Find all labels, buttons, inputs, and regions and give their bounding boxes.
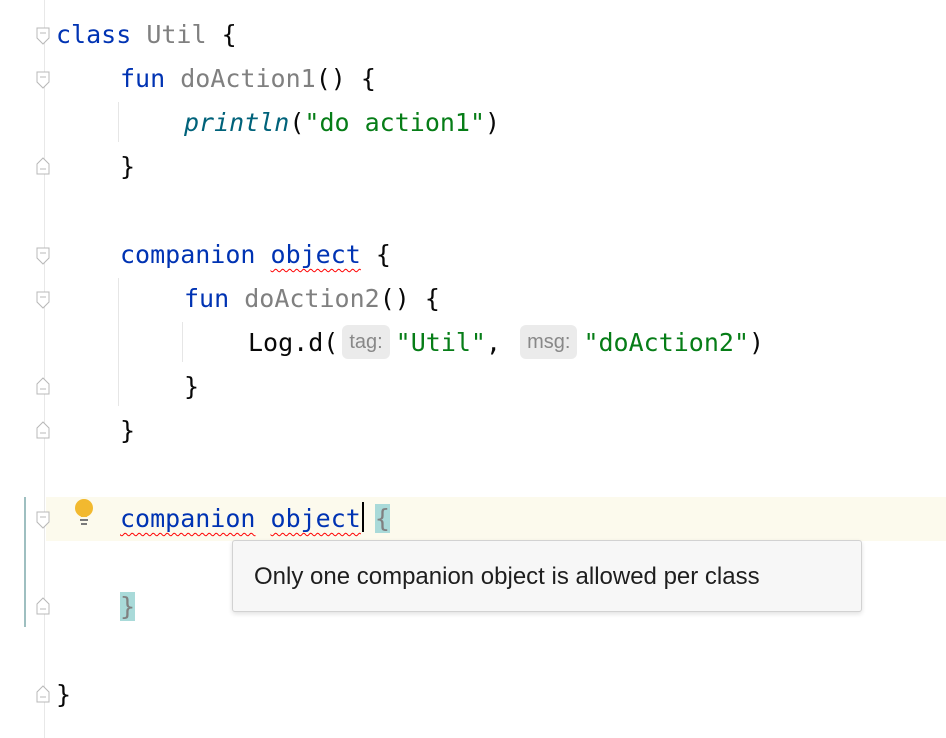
code-line-4[interactable]: } [120, 145, 135, 189]
close-brace: } [120, 416, 136, 445]
paren-close: ) [485, 108, 501, 137]
keyword-warning: object [270, 240, 361, 269]
close-brace: } [120, 152, 136, 181]
keyword-error: companion [120, 504, 256, 533]
editor-gutter [0, 0, 46, 738]
fold-marker-icon[interactable] [35, 25, 51, 47]
error-message: Only one companion object is allowed per… [254, 563, 760, 590]
code-line-1[interactable]: class Util { [56, 13, 237, 57]
code-line-3[interactable]: println("do action1") [184, 101, 500, 145]
function-name: doAction1 [180, 64, 316, 93]
class-name: Util [146, 20, 207, 49]
vcs-change-marker[interactable] [24, 497, 26, 627]
fold-marker-icon[interactable] [35, 509, 51, 531]
fold-end-marker-icon[interactable] [35, 375, 51, 397]
fold-end-marker-icon[interactable] [35, 419, 51, 441]
text-caret [361, 502, 364, 532]
keyword: fun [184, 284, 230, 313]
code-line-12[interactable]: companion object { [120, 497, 390, 541]
param-hint-tag: tag: [342, 325, 390, 359]
code-line-9[interactable]: } [184, 365, 199, 409]
paren-open: ( [289, 108, 305, 137]
code-line-2[interactable]: fun doAction1() { [120, 57, 376, 101]
open-brace: { [375, 240, 391, 269]
keyword: fun [120, 64, 166, 93]
string-literal: "do action1" [304, 108, 486, 137]
function-call: Log.d( [248, 328, 339, 357]
param-hint-msg: msg: [520, 325, 578, 359]
keyword-error: object [270, 504, 361, 533]
code-line-16[interactable]: } [56, 673, 71, 717]
indent-guide [118, 102, 119, 142]
code-line-14[interactable]: } [120, 585, 136, 629]
code-line-8[interactable]: Log.d(tag: "Util", msg: "doAction2") [248, 321, 764, 365]
gutter-border [44, 0, 45, 738]
lightbulb-icon[interactable] [72, 497, 96, 531]
function-call: println [184, 108, 290, 137]
close-brace: } [184, 372, 200, 401]
string-literal: "doAction2" [583, 328, 750, 357]
fold-marker-icon[interactable] [35, 69, 51, 91]
params-brace: () { [315, 64, 376, 93]
fold-end-marker-icon[interactable] [35, 683, 51, 705]
params-brace: () { [379, 284, 440, 313]
fold-end-marker-icon[interactable] [35, 595, 51, 617]
matched-close-brace: } [120, 592, 136, 621]
comma: , [485, 328, 502, 357]
paren-close: ) [749, 328, 765, 357]
keyword: class [56, 20, 132, 49]
matched-open-brace: { [374, 504, 390, 533]
close-brace: } [56, 680, 72, 709]
code-line-6[interactable]: companion object { [120, 233, 391, 277]
code-line-7[interactable]: fun doAction2() { [184, 277, 440, 321]
fold-marker-icon[interactable] [35, 289, 51, 311]
indent-guide [118, 278, 119, 406]
keyword: companion [120, 240, 256, 269]
error-tooltip: Only one companion object is allowed per… [232, 540, 862, 612]
open-brace: { [221, 20, 237, 49]
string-literal: "Util" [395, 328, 486, 357]
fold-marker-icon[interactable] [35, 245, 51, 267]
code-line-10[interactable]: } [120, 409, 135, 453]
fold-end-marker-icon[interactable] [35, 155, 51, 177]
indent-guide [182, 322, 183, 362]
function-name: doAction2 [244, 284, 380, 313]
